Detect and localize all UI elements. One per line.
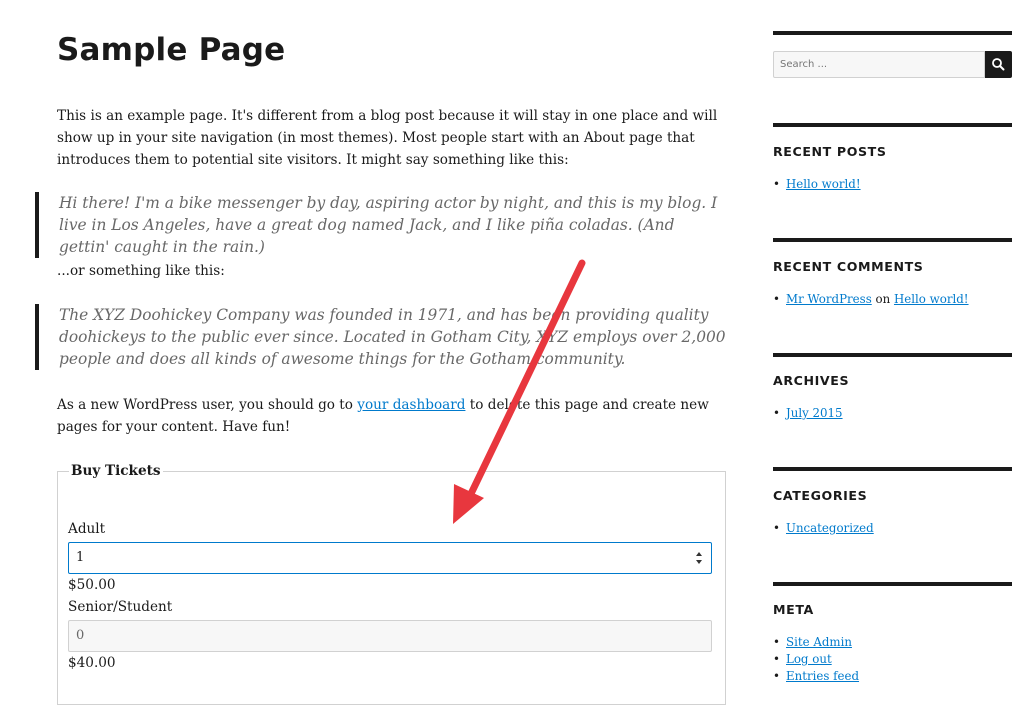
widget-divider bbox=[773, 123, 1012, 127]
adult-label: Adult bbox=[68, 521, 106, 537]
senior-student-price: $40.00 bbox=[68, 655, 116, 671]
archive-link[interactable]: July 2015 bbox=[786, 406, 843, 420]
list-item: July 2015 bbox=[773, 405, 1012, 422]
log-out-link[interactable]: Log out bbox=[786, 652, 832, 666]
blockquote-bike-messenger: Hi there! I'm a bike messenger by day, a… bbox=[35, 192, 729, 258]
list-item: Mr WordPress on Hello world! bbox=[773, 291, 1012, 308]
recent-posts-list: Hello world! bbox=[773, 176, 1012, 193]
categories-title: CATEGORIES bbox=[773, 488, 868, 503]
blockquote-xyz-company: The XYZ Doohickey Company was founded in… bbox=[35, 304, 729, 370]
recent-post-link[interactable]: Hello world! bbox=[786, 177, 861, 191]
list-item: Site Admin bbox=[773, 634, 1012, 651]
widget-divider bbox=[773, 353, 1012, 357]
meta-title: META bbox=[773, 602, 814, 617]
adult-price: $50.00 bbox=[68, 577, 116, 593]
spinner-arrows-icon[interactable] bbox=[695, 551, 703, 565]
recent-posts-title: RECENT POSTS bbox=[773, 144, 887, 159]
intro-paragraph: This is an example page. It's different … bbox=[57, 108, 718, 168]
list-item: Entries feed bbox=[773, 668, 1012, 685]
senior-student-quantity-value: 0 bbox=[76, 628, 85, 643]
site-admin-link[interactable]: Site Admin bbox=[786, 635, 852, 649]
closing-text-before: As a new WordPress user, you should go t… bbox=[57, 397, 358, 413]
senior-student-label: Senior/Student bbox=[68, 599, 173, 615]
recent-comments-list: Mr WordPress on Hello world! bbox=[773, 291, 1012, 308]
comment-post-link[interactable]: Hello world! bbox=[894, 292, 969, 306]
category-link[interactable]: Uncategorized bbox=[786, 521, 874, 535]
list-item: Log out bbox=[773, 651, 1012, 668]
senior-student-quantity-input[interactable]: 0 bbox=[68, 620, 712, 652]
closing-paragraph: As a new WordPress user, you should go t… bbox=[57, 394, 727, 438]
recent-comments-title: RECENT COMMENTS bbox=[773, 259, 924, 274]
entries-feed-link[interactable]: Entries feed bbox=[786, 669, 859, 683]
archives-title: ARCHIVES bbox=[773, 373, 850, 388]
widget-divider bbox=[773, 582, 1012, 586]
search-icon bbox=[992, 58, 1005, 71]
page-title: Sample Page bbox=[57, 32, 286, 68]
buy-tickets-fieldset: Buy Tickets bbox=[57, 463, 726, 705]
archives-list: July 2015 bbox=[773, 405, 1012, 422]
comment-author-link[interactable]: Mr WordPress bbox=[786, 292, 872, 306]
buy-tickets-legend: Buy Tickets bbox=[71, 463, 161, 479]
widget-divider bbox=[773, 238, 1012, 242]
list-item: Uncategorized bbox=[773, 520, 1012, 537]
dashboard-link[interactable]: your dashboard bbox=[357, 397, 465, 413]
widget-divider bbox=[773, 31, 1012, 35]
search-button[interactable] bbox=[985, 51, 1012, 78]
adult-quantity-input[interactable]: 1 bbox=[68, 542, 712, 574]
search-input[interactable] bbox=[773, 51, 985, 78]
categories-list: Uncategorized bbox=[773, 520, 1012, 537]
comment-on-text: on bbox=[871, 292, 894, 306]
adult-quantity-value: 1 bbox=[76, 550, 85, 565]
meta-list: Site Admin Log out Entries feed bbox=[773, 634, 1012, 685]
widget-divider bbox=[773, 467, 1012, 471]
or-something-text: ...or something like this: bbox=[57, 263, 225, 279]
list-item: Hello world! bbox=[773, 176, 1012, 193]
